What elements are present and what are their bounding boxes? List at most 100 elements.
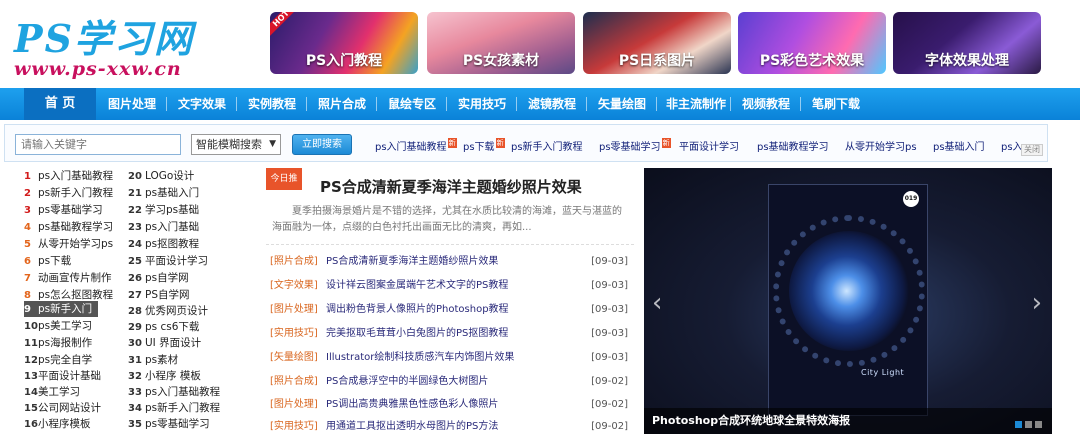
banner-japanese-images[interactable]: PS日系图片	[583, 12, 731, 74]
list-item[interactable]: 2 ps新手入门教程	[24, 185, 113, 201]
divider	[266, 244, 634, 245]
slide-dot[interactable]	[1015, 421, 1022, 428]
article-title[interactable]: 完美抠取毛茸茸小白兔图片的PS抠图教程	[326, 326, 508, 342]
list-item[interactable]: 6 ps下载	[24, 253, 71, 269]
list-item[interactable]: 27 PS自学网	[128, 287, 190, 303]
banner-color-art[interactable]: PS彩色艺术效果	[738, 12, 886, 74]
nav-item-alternative-style[interactable]: 非主流制作	[666, 88, 726, 120]
article-title[interactable]: PS调出高贵典雅黑色性感色彩人像照片	[326, 397, 498, 413]
list-item[interactable]: 11ps海报制作	[24, 335, 92, 351]
list-item[interactable]: 25 平面设计学习	[128, 253, 208, 269]
quick-link[interactable]: ps基础教程学习	[757, 138, 829, 153]
featured-badge: 今日推	[266, 168, 302, 190]
search-input[interactable]	[15, 134, 181, 155]
nav-divider	[656, 97, 657, 111]
slide-dot[interactable]	[1025, 421, 1032, 428]
list-item-active[interactable]: 9 ps新手入门	[24, 301, 99, 317]
article-title[interactable]: Illustrator绘制科技质感汽车内饰图片效果	[326, 350, 514, 366]
list-item[interactable]: 29 ps cs6下载	[128, 319, 199, 335]
nav-item-tips[interactable]: 实用技巧	[458, 88, 506, 120]
search-mode-select[interactable]: 智能模糊搜索 ▼	[191, 134, 281, 155]
site-header: PS学习网 www.ps-xxw.cn HOT PS入门教程 PS女孩素材 PS…	[0, 0, 1080, 86]
list-item[interactable]: 16小程序模板	[24, 416, 91, 432]
poster-number: 019	[903, 191, 919, 207]
list-item[interactable]: 24 ps抠图教程	[128, 236, 199, 252]
quick-link[interactable]: 从零开始学习ps	[845, 138, 917, 153]
nav-item-text-effects[interactable]: 文字效果	[178, 88, 226, 120]
next-arrow-icon[interactable]: ›	[1032, 288, 1042, 318]
article-category[interactable]: [矢量绘图]	[270, 350, 318, 366]
list-item[interactable]: 4 ps基础教程学习	[24, 219, 113, 235]
article-title[interactable]: PS合成悬浮空中的半圆绿色大树图片	[326, 374, 488, 390]
list-item[interactable]: 23 ps入门基础	[128, 219, 199, 235]
nav-item-image-processing[interactable]: 图片处理	[108, 88, 156, 120]
slide-dot[interactable]	[1035, 421, 1042, 428]
article-category[interactable]: [实用技巧]	[270, 419, 318, 434]
list-item[interactable]: 7 动画宣传片制作	[24, 270, 112, 286]
article-category[interactable]: [照片合成]	[270, 374, 318, 390]
list-item[interactable]: 22 学习ps基础	[128, 202, 199, 218]
list-item[interactable]: 5 从零开始学习ps	[24, 236, 113, 252]
list-item[interactable]: 28 优秀网页设计	[128, 303, 208, 319]
article-title[interactable]: 设计祥云图案金属端午艺术文字的PS教程	[326, 278, 508, 294]
article-category[interactable]: [实用技巧]	[270, 326, 318, 342]
article-category[interactable]: [图片处理]	[270, 302, 318, 318]
quick-link[interactable]: ps入	[1001, 138, 1023, 153]
article-category[interactable]: [文字效果]	[270, 278, 318, 294]
list-item[interactable]: 15公司网站设计	[24, 400, 101, 416]
close-button[interactable]: 关闭	[1021, 144, 1043, 156]
list-item[interactable]: 13平面设计基础	[24, 368, 101, 384]
quick-link[interactable]: ps下载新	[463, 138, 505, 153]
list-item[interactable]: 35 ps零基础学习	[128, 416, 210, 432]
nav-item-vector[interactable]: 矢量绘图	[598, 88, 646, 120]
nav-item-filters[interactable]: 滤镜教程	[528, 88, 576, 120]
slide-dots	[1012, 417, 1042, 428]
article-row: [图片处理] 调出粉色背景人像照片的Photoshop教程 [09-03]	[270, 302, 628, 318]
poster-text: City Light	[861, 368, 905, 377]
banner-font-effects[interactable]: 字体效果处理	[893, 12, 1041, 74]
article-category[interactable]: [照片合成]	[270, 254, 318, 270]
featured-title[interactable]: PS合成清新夏季海洋主题婚纱照片效果	[320, 176, 582, 197]
nav-home[interactable]: 首 页	[24, 88, 96, 120]
list-item[interactable]: 1 ps入门基础教程	[24, 168, 113, 184]
banner-label: PS日系图片	[618, 53, 696, 69]
nav-item-brushes[interactable]: 笔刷下载	[812, 88, 860, 120]
slide-image[interactable]: 019 City Light	[768, 184, 928, 416]
site-logo[interactable]: PS学习网 www.ps-xxw.cn	[14, 8, 204, 84]
article-category[interactable]: [图片处理]	[270, 397, 318, 413]
nav-item-mouse-drawing[interactable]: 鼠绘专区	[388, 88, 436, 120]
list-item[interactable]: 34 ps新手入门教程	[128, 400, 220, 416]
search-button[interactable]: 立即搜索	[292, 134, 352, 155]
list-item[interactable]: 10ps美工学习	[24, 318, 92, 334]
list-item[interactable]: 26 ps自学网	[128, 270, 189, 286]
list-item[interactable]: 12ps完全自学	[24, 352, 92, 368]
nav-item-photo-compositing[interactable]: 照片合成	[318, 88, 366, 120]
nav-divider	[236, 97, 237, 111]
prev-arrow-icon[interactable]: ‹	[652, 288, 662, 318]
list-item[interactable]: 32 小程序 模板	[128, 368, 201, 384]
quick-link[interactable]: ps基础入门	[933, 138, 985, 153]
nav-divider	[306, 97, 307, 111]
nav-item-videos[interactable]: 视频教程	[742, 88, 790, 120]
quick-link[interactable]: 平面设计学习	[679, 138, 739, 153]
list-item[interactable]: 33 ps入门基础教程	[128, 384, 220, 400]
list-item[interactable]: 20 LOGo设计	[128, 168, 194, 184]
quick-link[interactable]: ps零基础学习新	[599, 138, 671, 153]
banner-ps-basics[interactable]: HOT PS入门教程	[270, 12, 418, 74]
article-title[interactable]: PS合成清新夏季海洋主题婚纱照片效果	[326, 254, 498, 270]
list-item[interactable]: 31 ps素材	[128, 352, 178, 368]
banner-girl-material[interactable]: PS女孩素材	[427, 12, 575, 74]
nav-item-tutorials[interactable]: 实例教程	[248, 88, 296, 120]
article-title[interactable]: 用通道工具抠出透明水母图片的PS方法	[326, 419, 498, 434]
featured-description: 夏季拍摄海景婚片是不错的选择，尤其在水质比较清的海滩，蓝天与湛蓝的海面融为一体，…	[272, 206, 622, 233]
list-item[interactable]: 14美工学习	[24, 384, 80, 400]
list-item[interactable]: 3 ps零基础学习	[24, 202, 103, 218]
featured-slideshow[interactable]: 019 City Light ‹ › Photoshop合成环统地球全景特效海报	[644, 168, 1052, 434]
quick-link[interactable]: ps新手入门教程	[511, 138, 583, 153]
slide-caption[interactable]: Photoshop合成环统地球全景特效海报	[644, 408, 1052, 434]
article-title[interactable]: 调出粉色背景人像照片的Photoshop教程	[326, 302, 509, 318]
article-date: [09-03]	[591, 352, 628, 363]
list-item[interactable]: 21 ps基础入门	[128, 185, 199, 201]
list-item[interactable]: 30 UI 界面设计	[128, 335, 201, 351]
quick-link[interactable]: ps入门基础教程新	[375, 138, 457, 153]
